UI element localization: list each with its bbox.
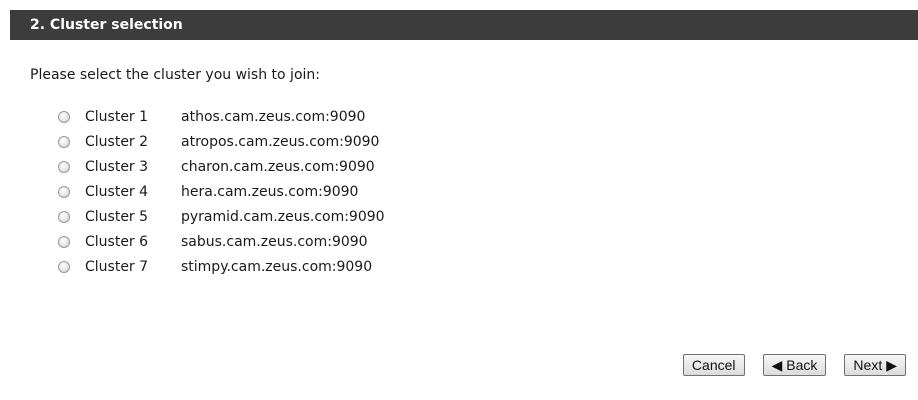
cluster-name: Cluster 4 bbox=[85, 183, 149, 200]
cluster-option[interactable]: Cluster 6 sabus.cam.zeus.com:9090 bbox=[58, 229, 385, 254]
cluster-3-radio[interactable] bbox=[58, 160, 70, 173]
section-title: 2. Cluster selection bbox=[30, 17, 183, 33]
cluster-option[interactable]: Cluster 1 athos.cam.zeus.com:9090 bbox=[58, 104, 385, 129]
cluster-prompt: Please select the cluster you wish to jo… bbox=[30, 67, 320, 83]
cluster-host: stimpy.cam.zeus.com:9090 bbox=[181, 258, 373, 275]
cluster-radio-list: Cluster 1 athos.cam.zeus.com:9090 Cluste… bbox=[58, 104, 385, 279]
section-header: 2. Cluster selection bbox=[10, 10, 918, 40]
cluster-option[interactable]: Cluster 5 pyramid.cam.zeus.com:9090 bbox=[58, 204, 385, 229]
cluster-name: Cluster 3 bbox=[85, 158, 149, 175]
cluster-name: Cluster 5 bbox=[85, 208, 149, 225]
cluster-name: Cluster 7 bbox=[85, 258, 149, 275]
cancel-label: Cancel bbox=[691, 357, 736, 373]
cluster-6-radio[interactable] bbox=[58, 235, 70, 248]
back-arrow-icon: ◀ bbox=[771, 356, 783, 373]
back-button[interactable]: ◀ Back bbox=[762, 354, 827, 376]
cluster-name: Cluster 1 bbox=[85, 108, 149, 125]
cluster-host: charon.cam.zeus.com:9090 bbox=[181, 158, 375, 175]
cluster-host: atropos.cam.zeus.com:9090 bbox=[181, 133, 380, 150]
cluster-name: Cluster 6 bbox=[85, 233, 149, 250]
back-label: Back bbox=[786, 357, 818, 373]
cluster-option[interactable]: Cluster 7 stimpy.cam.zeus.com:9090 bbox=[58, 254, 385, 279]
wizard-buttons: Cancel ◀ Back Next ▶ bbox=[682, 354, 906, 376]
cluster-option[interactable]: Cluster 3 charon.cam.zeus.com:9090 bbox=[58, 154, 385, 179]
cluster-4-radio[interactable] bbox=[58, 185, 70, 198]
cluster-7-radio[interactable] bbox=[58, 260, 70, 273]
cluster-host: pyramid.cam.zeus.com:9090 bbox=[181, 208, 385, 225]
cluster-name: Cluster 2 bbox=[85, 133, 149, 150]
cluster-host: sabus.cam.zeus.com:9090 bbox=[181, 233, 368, 250]
cluster-option[interactable]: Cluster 4 hera.cam.zeus.com:9090 bbox=[58, 179, 385, 204]
next-button[interactable]: Next ▶ bbox=[844, 354, 906, 376]
cluster-host: hera.cam.zeus.com:9090 bbox=[181, 183, 359, 200]
next-arrow-icon: ▶ bbox=[886, 356, 897, 373]
cluster-host: athos.cam.zeus.com:9090 bbox=[181, 108, 366, 125]
cancel-button[interactable]: Cancel bbox=[682, 354, 745, 376]
cluster-5-radio[interactable] bbox=[58, 210, 70, 223]
cluster-1-radio[interactable] bbox=[58, 110, 70, 123]
cluster-option[interactable]: Cluster 2 atropos.cam.zeus.com:9090 bbox=[58, 129, 385, 154]
next-label: Next bbox=[853, 357, 883, 373]
cluster-2-radio[interactable] bbox=[58, 135, 70, 148]
